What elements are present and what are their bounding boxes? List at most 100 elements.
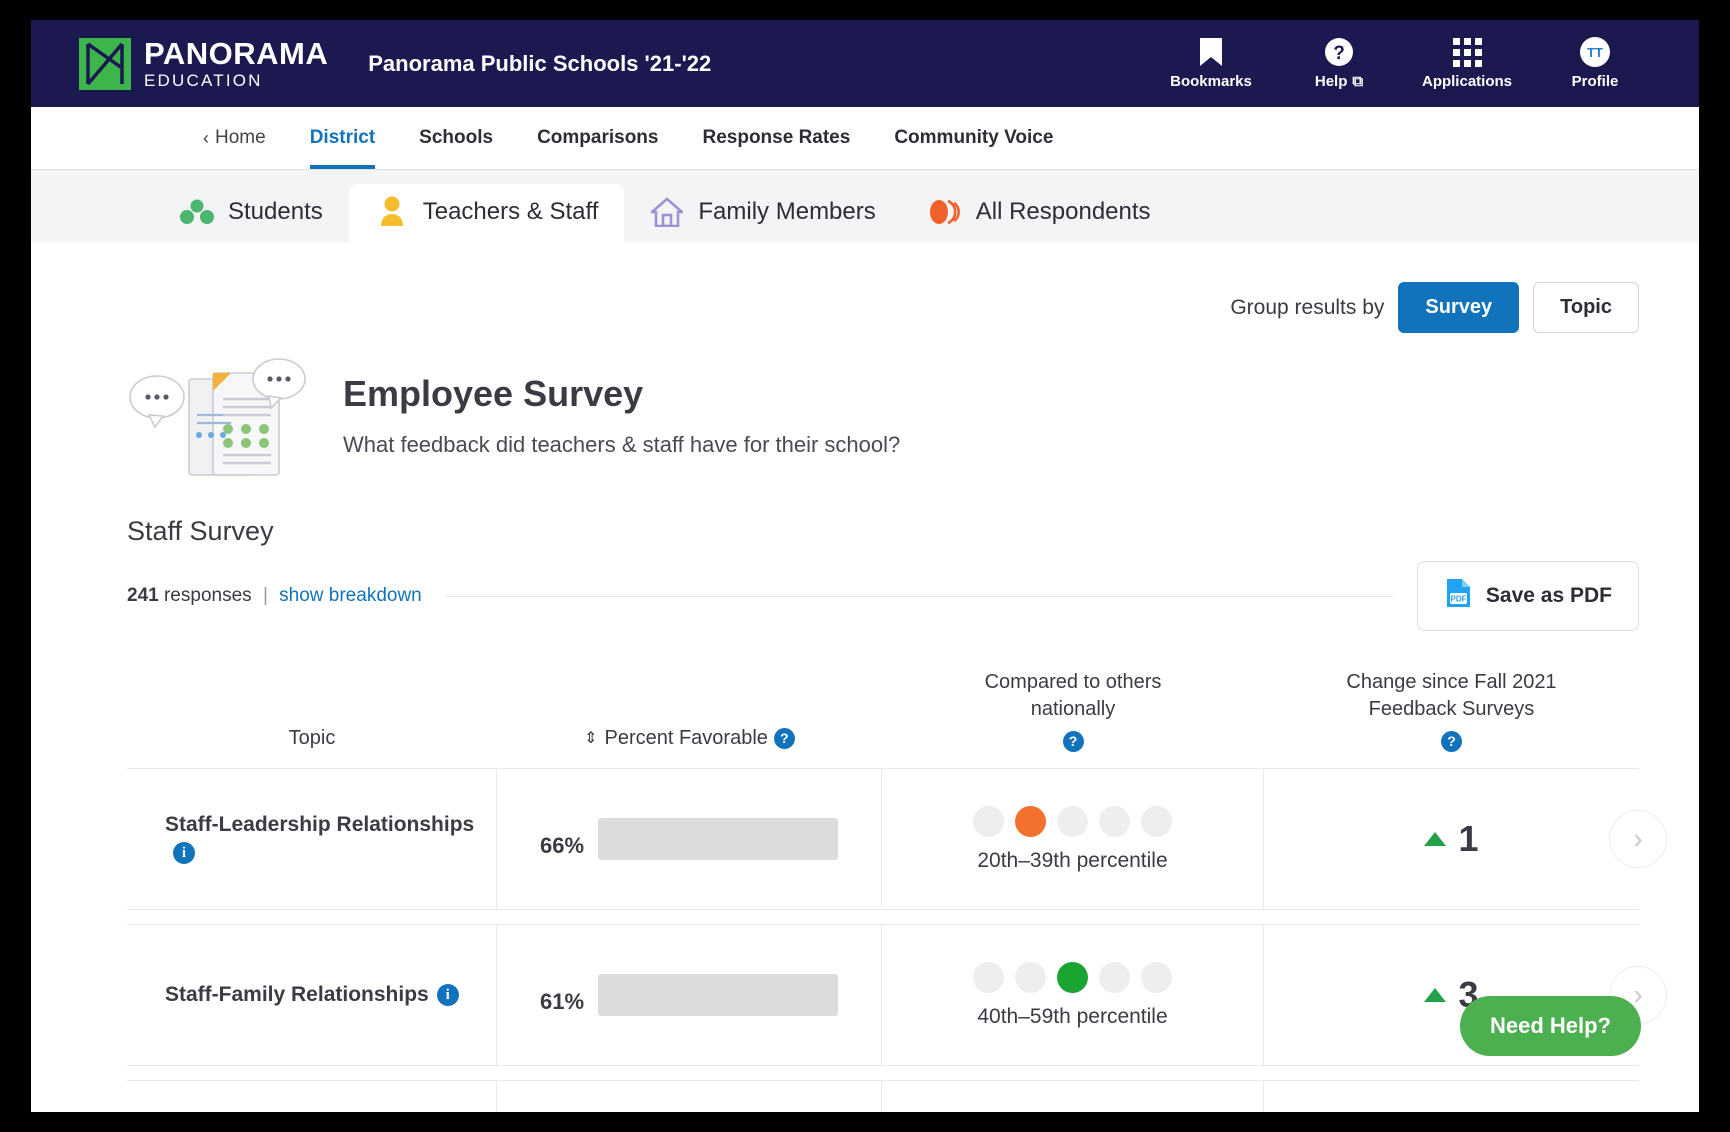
svg-text:?: ?	[1333, 43, 1345, 64]
nav-home[interactable]: ‹ Home	[203, 107, 288, 169]
nav-comparisons[interactable]: Comparisons	[515, 107, 680, 169]
row-compared-cell: 20th–39th percentile	[882, 769, 1264, 909]
header-percent-favorable-label: Percent Favorable	[604, 727, 768, 749]
tab-all-respondents-label: All Respondents	[975, 198, 1151, 225]
applications-button[interactable]: Applications	[1403, 20, 1531, 107]
tab-all-respondents[interactable]: All Respondents	[902, 184, 1177, 242]
table-row[interactable]: Staff-Family Relationships i 61% 40th–59t…	[127, 924, 1667, 1066]
survey-subtitle: What feedback did teachers & staff have …	[343, 432, 901, 457]
row-percent-value: 66%	[540, 815, 584, 863]
nav-comparisons-label: Comparisons	[537, 127, 659, 148]
nav-community-voice-label: Community Voice	[894, 127, 1054, 148]
help-button[interactable]: ? Help ⧉	[1275, 20, 1403, 107]
row-change-cell: 1	[1264, 769, 1639, 909]
bookmark-icon	[1198, 37, 1224, 67]
row-percent-cell: 58%	[497, 1081, 882, 1112]
students-icon	[180, 195, 214, 229]
responses-word: responses	[163, 585, 252, 606]
topics-table: Topic ⇕ Percent Favorable? Compared to ot…	[127, 669, 1667, 1112]
row-topic-label: Staff-Leadership Relationships	[165, 812, 475, 836]
save-as-pdf-button[interactable]: PDF Save as PDF	[1416, 561, 1639, 631]
triangle-up-icon	[1424, 988, 1447, 1002]
avatar-icon: TT	[1580, 37, 1610, 67]
nav-district-label: District	[309, 127, 376, 148]
row-topic-cell: Staff-Family Relationships i	[127, 925, 497, 1065]
header-compared-line1: Compared to others	[984, 671, 1162, 693]
group-by-topic-button[interactable]: Topic	[1533, 282, 1639, 333]
bookmarks-button[interactable]: Bookmarks	[1147, 20, 1275, 107]
help-label: Help ⧉	[1315, 73, 1363, 90]
need-help-button[interactable]: Need Help?	[1459, 996, 1641, 1056]
percentile-dots	[973, 961, 1172, 993]
avatar-initials: TT	[1580, 37, 1610, 67]
row-percent-number: 61	[539, 989, 565, 1014]
info-icon[interactable]: i	[436, 984, 459, 1007]
row-compared-cell: 40th–59th percentile	[882, 925, 1264, 1065]
row-topic-label: Staff-Family Relationships	[165, 982, 429, 1006]
row-percent-sign: %	[564, 833, 585, 858]
percentile-dots	[973, 805, 1172, 837]
row-progress-bar	[598, 974, 839, 1016]
header-change-line2: Feedback Surveys	[1368, 698, 1535, 720]
responses-meta: 241 responses | show breakdown	[127, 585, 422, 607]
grid-icon	[1452, 37, 1482, 67]
help-tooltip-icon-compared[interactable]: ?	[1062, 731, 1084, 752]
row-percent-sign: %	[564, 989, 585, 1014]
logo-title: PANORAMA	[144, 36, 329, 71]
header-topic: Topic	[288, 727, 336, 749]
sort-icon[interactable]: ⇕	[584, 730, 597, 747]
group-by-survey-button[interactable]: Survey	[1398, 282, 1520, 333]
help-tooltip-icon-change[interactable]: ?	[1441, 731, 1462, 752]
chevron-left-icon: ‹	[203, 127, 209, 148]
home-icon	[650, 195, 684, 229]
table-header-row: Topic ⇕ Percent Favorable? Compared to ot…	[127, 669, 1639, 768]
bookmarks-label: Bookmarks	[1170, 73, 1252, 90]
header-change-line1: Change since Fall 2021	[1346, 671, 1557, 693]
nav-response-rates[interactable]: Response Rates	[680, 107, 872, 169]
applications-label: Applications	[1421, 73, 1512, 90]
group-results-control: Group results by Survey Topic	[127, 282, 1639, 333]
row-detail-chevron-icon[interactable]: ›	[1609, 810, 1667, 868]
logo-subtitle: EDUCATION	[144, 71, 263, 90]
nav-schools[interactable]: Schools	[397, 107, 515, 169]
meta-separator: |	[262, 585, 268, 606]
secondary-navigation: ‹ Home District Schools Comparisons Resp…	[31, 107, 1699, 170]
tab-family-members-label: Family Members	[698, 198, 876, 225]
sub-survey-name: Staff Survey	[127, 516, 274, 546]
profile-label: Profile	[1571, 73, 1619, 90]
info-icon[interactable]: i	[173, 842, 195, 865]
nav-home-label: Home	[215, 127, 266, 148]
nav-response-rates-label: Response Rates	[702, 127, 851, 148]
survey-meta-row: 241 responses | show breakdown PDF Save …	[127, 561, 1639, 631]
row-topic-cell: School Climatei	[127, 1081, 497, 1112]
panorama-logo-icon	[79, 37, 131, 90]
profile-button[interactable]: TT Profile	[1531, 20, 1659, 107]
top-navigation-bar: PANORAMA EDUCATION Panorama Public Schoo…	[31, 20, 1699, 107]
panorama-logo[interactable]: PANORAMA EDUCATION	[79, 36, 329, 90]
row-percent-number: 66	[539, 833, 565, 858]
results-card: Group results by Survey Topic Employee S…	[79, 242, 1679, 1112]
nav-community-voice[interactable]: Community Voice	[872, 107, 1075, 169]
tab-students[interactable]: Students	[154, 184, 349, 242]
percentile-label: 20th–39th percentile	[977, 848, 1168, 872]
responses-count: 241	[127, 585, 159, 606]
row-percent-value: 61%	[540, 971, 584, 1019]
tab-teachers-staff[interactable]: Teachers & Staff	[348, 184, 625, 242]
row-topic-cell: Staff-Leadership Relationships i	[127, 769, 497, 909]
nav-district[interactable]: District	[288, 107, 397, 169]
row-change-cell: 1	[1264, 1081, 1639, 1112]
header-compared-line2: nationally	[1030, 698, 1116, 720]
app-window: PANORAMA EDUCATION Panorama Public Schoo…	[31, 20, 1699, 1112]
tab-family-members[interactable]: Family Members	[624, 184, 901, 242]
survey-illustration-icon	[127, 355, 317, 480]
help-text: Help	[1314, 73, 1348, 90]
table-row[interactable]: Staff-Leadership Relationships i 66% 20th…	[127, 768, 1667, 910]
row-change-value: 1	[1458, 818, 1479, 859]
pdf-icon: PDF	[1444, 578, 1472, 614]
table-row[interactable]: School Climatei 58% 1 ›	[127, 1080, 1639, 1112]
row-compared-cell	[882, 1081, 1264, 1112]
organization-title: Panorama Public Schools '21-'22	[368, 50, 712, 76]
show-breakdown-link[interactable]: show breakdown	[279, 585, 422, 606]
nav-schools-label: Schools	[419, 127, 494, 148]
help-tooltip-icon-percent[interactable]: ?	[773, 728, 795, 750]
